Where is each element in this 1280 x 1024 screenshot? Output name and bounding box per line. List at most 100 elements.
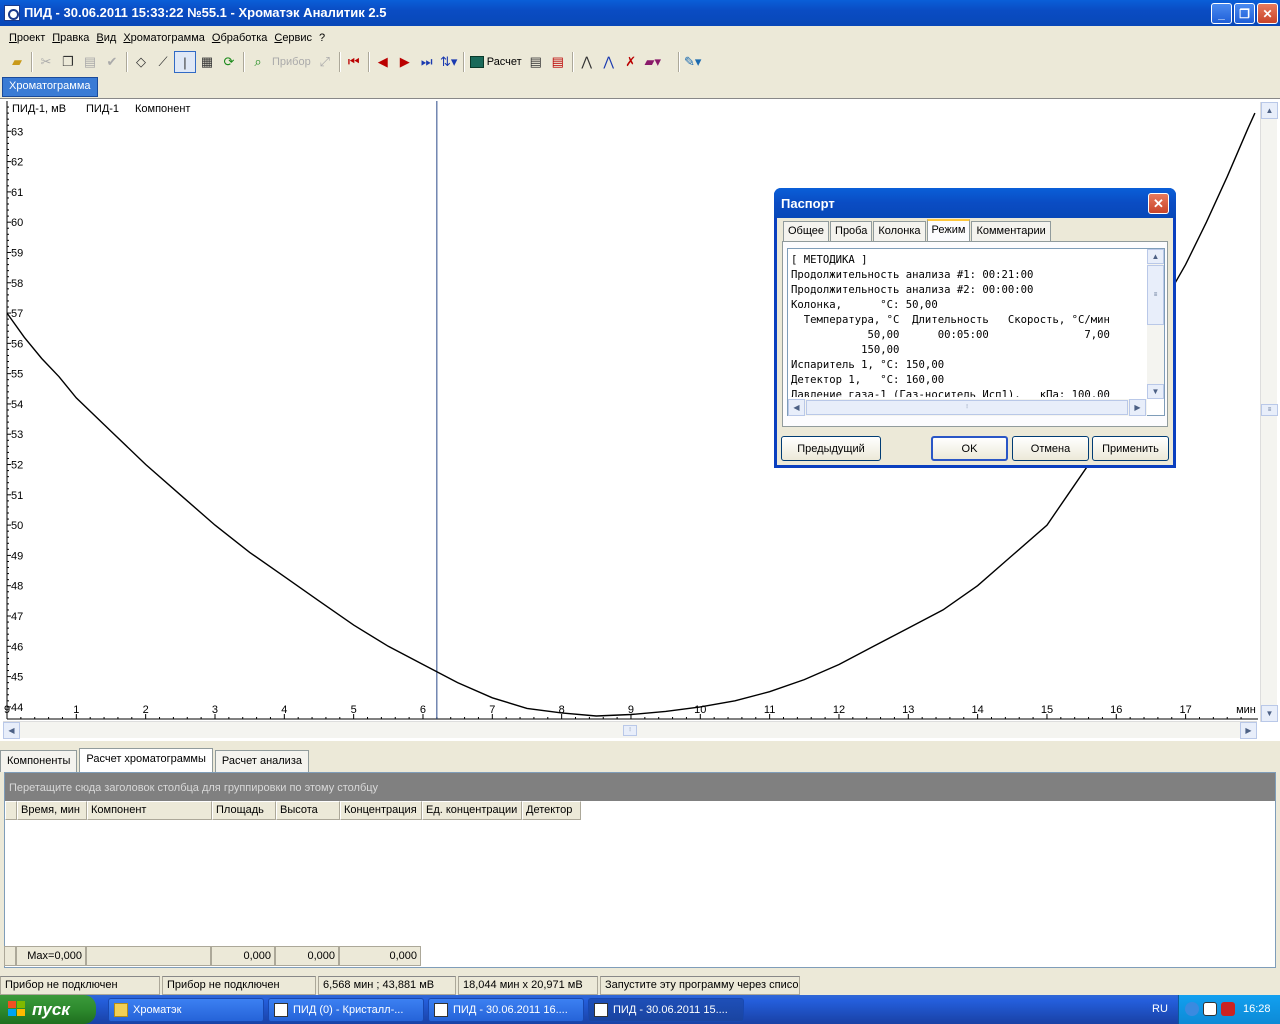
- y-tick-label: 51: [11, 490, 23, 502]
- group-by-area[interactable]: Перетащите сюда заголовок столбца для гр…: [5, 773, 1275, 801]
- windows-logo-icon: [8, 1001, 25, 1016]
- x-tick-label: 13: [902, 704, 914, 716]
- method-text[interactable]: [ МЕТОДИКА ] Продолжительность анализа #…: [791, 253, 1143, 397]
- scroll-thumb[interactable]: ≡: [1147, 265, 1164, 325]
- cursor-line-icon[interactable]: |: [174, 51, 196, 73]
- calc-button[interactable]: Расчет: [467, 51, 525, 73]
- y-tick-label: 56: [11, 338, 23, 350]
- tag-icon[interactable]: ◇: [130, 51, 152, 73]
- method-text-area[interactable]: [ МЕТОДИКА ] Продолжительность анализа #…: [787, 248, 1165, 416]
- scroll-down-icon[interactable]: ▼: [1147, 384, 1164, 399]
- tab-column[interactable]: Колонка: [873, 221, 926, 241]
- tab-mode[interactable]: Режим: [926, 219, 971, 241]
- open-folder-icon[interactable]: ▰: [6, 51, 28, 73]
- scroll-right-icon[interactable]: ▶: [1240, 722, 1257, 739]
- close-button[interactable]: ✕: [1257, 3, 1278, 24]
- x-tick-label: 2: [143, 704, 149, 716]
- tab-analysis-calc[interactable]: Расчет анализа: [214, 750, 309, 772]
- passport-dialog: Паспорт ✕ Общее Проба Колонка Режим Комм…: [774, 188, 1176, 468]
- copy-icon[interactable]: ❐: [57, 51, 79, 73]
- previous-button[interactable]: Предыдущий: [781, 436, 881, 461]
- chart-tab[interactable]: Хроматограмма: [2, 77, 98, 97]
- column-concentration[interactable]: Концентрация: [340, 801, 422, 820]
- scroll-down-icon[interactable]: ▼: [1261, 705, 1278, 722]
- menu-processing[interactable]: Обработка: [209, 32, 270, 44]
- y-tick-label: 46: [11, 641, 23, 653]
- pipette-icon[interactable]: ✎▾: [682, 51, 704, 73]
- column-component[interactable]: Компонент: [87, 801, 212, 820]
- y-tick-label: 44: [11, 702, 23, 714]
- y-tick-label: 62: [11, 157, 23, 169]
- language-indicator[interactable]: RU: [1152, 1003, 1168, 1015]
- column-detector[interactable]: Детектор: [522, 801, 581, 820]
- menu-edit[interactable]: Правка: [49, 32, 92, 44]
- scroll-left-icon[interactable]: ◀: [788, 399, 805, 416]
- menu-view[interactable]: Вид: [93, 32, 119, 44]
- ok-button[interactable]: OK: [931, 436, 1008, 461]
- column-area[interactable]: Площадь: [212, 801, 276, 820]
- tray-app-icon[interactable]: [1203, 1002, 1217, 1016]
- first-icon[interactable]: ⏮: [343, 51, 365, 73]
- report-icon[interactable]: ▤: [525, 51, 547, 73]
- peak-delete-icon[interactable]: ✗: [620, 51, 642, 73]
- dialog-close-button[interactable]: ✕: [1148, 193, 1169, 214]
- column-time[interactable]: Время, мин: [17, 801, 87, 820]
- task-folder[interactable]: Хроматэк: [108, 998, 264, 1022]
- start-button[interactable]: пуск: [0, 995, 96, 1024]
- peak-mark-icon[interactable]: ⋀: [576, 51, 598, 73]
- scroll-thumb[interactable]: ⦙: [806, 400, 1128, 415]
- minimize-button[interactable]: _: [1211, 3, 1232, 24]
- scroll-thumb[interactable]: ≡: [1261, 404, 1278, 416]
- x-tick-label: 4: [281, 704, 287, 716]
- task-kristall[interactable]: ПИД (0) - Кристалл-...: [268, 998, 424, 1022]
- scroll-up-icon[interactable]: ▲: [1261, 102, 1278, 119]
- tab-components[interactable]: Компоненты: [0, 750, 78, 772]
- tab-sample[interactable]: Проба: [830, 221, 873, 241]
- column-concentration-unit[interactable]: Ед. концентрации: [422, 801, 522, 820]
- menu-help[interactable]: ?: [316, 32, 328, 44]
- tab-chromatogram-calc[interactable]: Расчет хроматограммы: [79, 748, 213, 772]
- tray-security-icon[interactable]: [1221, 1002, 1235, 1016]
- last-icon[interactable]: ⏭: [416, 51, 438, 73]
- tray-arrow-icon[interactable]: [1185, 1002, 1199, 1016]
- chart-horizontal-scrollbar[interactable]: ◀ ⦙ ▶: [3, 721, 1257, 739]
- chart-vertical-scrollbar[interactable]: ▲ ≡ ▼: [1260, 102, 1278, 722]
- properties-icon[interactable]: ▦: [196, 51, 218, 73]
- scroll-thumb[interactable]: ⦙: [623, 725, 637, 736]
- library-icon[interactable]: ▰▾: [642, 51, 664, 73]
- zoom-icon[interactable]: ⌕: [247, 51, 269, 73]
- report-red-icon[interactable]: ▤: [547, 51, 569, 73]
- scroll-up-icon[interactable]: ▲: [1147, 249, 1164, 264]
- memo-vertical-scrollbar[interactable]: ▲ ≡ ▼: [1147, 249, 1164, 399]
- menu-chromatogram[interactable]: Хроматограмма: [120, 32, 208, 44]
- scroll-left-icon[interactable]: ◀: [3, 722, 20, 739]
- tab-comments[interactable]: Комментарии: [971, 221, 1051, 241]
- previous-icon[interactable]: ◀: [372, 51, 394, 73]
- tab-general[interactable]: Общее: [783, 221, 830, 241]
- peak-mark-blue-icon[interactable]: ⋀: [598, 51, 620, 73]
- autoscale-icon[interactable]: ⤢: [314, 51, 336, 73]
- task-pid-15[interactable]: ПИД - 30.06.2011 15....: [588, 998, 744, 1022]
- instrument-button[interactable]: Прибор: [269, 51, 314, 73]
- column-height[interactable]: Высота: [276, 801, 340, 820]
- restore-button[interactable]: ❐: [1234, 3, 1255, 24]
- paste-icon[interactable]: ▤: [79, 51, 101, 73]
- check-icon[interactable]: ✔: [101, 51, 123, 73]
- task-pid-16[interactable]: ПИД - 30.06.2011 16....: [428, 998, 584, 1022]
- cut-icon[interactable]: ✂: [35, 51, 57, 73]
- chart-axes-icon[interactable]: ⟋: [152, 51, 174, 73]
- refresh-icon[interactable]: ⟳: [218, 51, 240, 73]
- next-icon[interactable]: ▶: [394, 51, 416, 73]
- menu-project[interactable]: Проект: [6, 32, 48, 44]
- scroll-right-icon[interactable]: ▶: [1129, 399, 1146, 416]
- results-grid[interactable]: Перетащите сюда заголовок столбца для гр…: [4, 772, 1276, 968]
- apply-button[interactable]: Применить: [1092, 436, 1169, 461]
- toolbar: ▰ ✂ ❐ ▤ ✔ ◇ ⟋ | ▦ ⟳ ⌕ Прибор ⤢ ⏮ ◀ ▶ ⏭ ⇅…: [0, 49, 1280, 75]
- menu-service[interactable]: Сервис: [271, 32, 315, 44]
- start-label: пуск: [32, 999, 70, 1019]
- cancel-button[interactable]: Отмена: [1012, 436, 1089, 461]
- app-icon[interactable]: [4, 5, 20, 21]
- instrument-label: Прибор: [272, 56, 311, 68]
- peaks-dropdown-icon[interactable]: ⇅▾: [438, 51, 460, 73]
- memo-horizontal-scrollbar[interactable]: ◀ ⦙ ▶: [788, 399, 1147, 416]
